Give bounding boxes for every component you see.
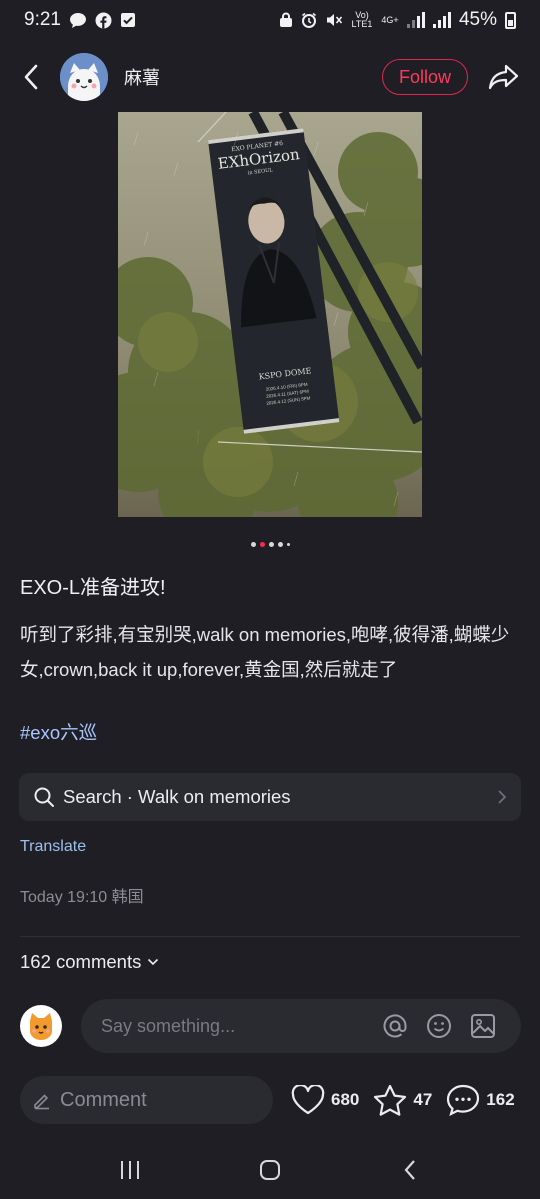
author-avatar[interactable] (60, 53, 108, 101)
search-suggestion-label: Search · Walk on memories (63, 786, 291, 807)
system-nav-bar (0, 1140, 540, 1199)
carousel-dot (286, 542, 290, 546)
post-photo: EXO PLANET #6 EXhOrizon in SEOUL KSPO DO… (118, 112, 422, 517)
post-header: 麻薯 Follow (0, 48, 540, 106)
star-icon (374, 1084, 407, 1116)
alarm-icon (301, 12, 316, 28)
mention-button[interactable] (373, 1013, 417, 1039)
mute-icon (326, 14, 343, 26)
like-button[interactable]: 680 (291, 1085, 359, 1115)
status-right: Vo) LTE1 4G+ 45% (279, 9, 516, 31)
back-button[interactable] (6, 52, 56, 102)
action-bar: Comment 680 47 162 (0, 1062, 540, 1138)
chat-bubble-icon (69, 12, 86, 28)
chevron-down-icon (148, 958, 159, 966)
post-body: 听到了彩排,有宝别哭,walk on memories,咆哮,彼得潘,蝴蝶少女,… (20, 624, 510, 680)
signal-icon (406, 12, 425, 28)
post-image[interactable]: EXO PLANET #6 EXhOrizon in SEOUL KSPO DO… (118, 112, 422, 517)
search-suggestion[interactable]: Search · Walk on memories (19, 773, 521, 821)
like-count: 680 (331, 1090, 360, 1109)
share-arrow-icon (488, 64, 519, 90)
battery-percent: 45% (458, 9, 497, 30)
pencil-icon (34, 1094, 49, 1110)
comments-count-label: 162 comments (20, 951, 142, 972)
comment-count: 162 (486, 1090, 515, 1109)
at-sign-icon (383, 1014, 407, 1038)
comments-sort[interactable]: 162 comments (20, 951, 159, 973)
chevron-right-icon (498, 790, 507, 804)
emoji-button[interactable] (417, 1013, 461, 1039)
cat-face-icon (30, 1013, 52, 1040)
search-icon (34, 787, 54, 807)
favorite-button[interactable]: 47 (373, 1084, 432, 1116)
hashtag-link[interactable]: #exo六巡 (20, 719, 97, 745)
carousel-dot-active (259, 541, 265, 547)
lock-icon (279, 12, 292, 27)
comment-button[interactable]: Comment (20, 1076, 273, 1124)
status-bar: 9:21 Vo) LTE1 4G+ 45% (0, 0, 540, 40)
heart-icon (291, 1085, 325, 1115)
image-icon (471, 1014, 495, 1038)
status-time: 9:21 (24, 9, 61, 30)
image-button[interactable] (461, 1013, 505, 1039)
home-icon (260, 1159, 280, 1180)
post-timestamp: Today 19:10 韩国 (20, 889, 144, 906)
signal-icon (432, 12, 451, 28)
cat-avatar-icon (60, 53, 108, 101)
emoji-icon (427, 1014, 451, 1038)
carousel-dot (277, 541, 283, 547)
battery-icon (505, 11, 516, 29)
comments-button[interactable]: 162 (446, 1084, 515, 1116)
speech-bubble-icon (447, 1084, 480, 1116)
volte-indicator: Vo) LTE1 (351, 10, 373, 29)
carousel-indicator (0, 540, 540, 548)
translate-link[interactable]: Translate (20, 838, 86, 856)
comment-button-label: Comment (60, 1088, 147, 1111)
my-avatar (20, 1005, 62, 1047)
carousel-dot (250, 541, 256, 547)
home-button[interactable] (240, 1145, 300, 1195)
favorite-count: 47 (413, 1090, 433, 1109)
recent-apps-button[interactable] (100, 1145, 160, 1195)
post-title: EXO-L准备进攻! (20, 577, 166, 599)
check-square-icon (120, 13, 135, 27)
status-left: 9:21 (24, 9, 136, 31)
divider (20, 936, 520, 937)
comment-input[interactable]: Say something... (81, 999, 521, 1053)
chevron-left-icon (404, 1159, 415, 1180)
comment-input-placeholder: Say something... (101, 1015, 236, 1036)
recent-apps-icon (121, 1160, 139, 1179)
share-button[interactable] (482, 55, 526, 99)
follow-button[interactable]: Follow (382, 59, 468, 95)
system-back-button[interactable] (380, 1145, 440, 1195)
chevron-left-icon (24, 64, 38, 90)
carousel-dot (268, 541, 274, 547)
facebook-icon (95, 12, 112, 28)
author-name[interactable]: 麻薯 (124, 64, 382, 90)
network-type: 4G+ (381, 14, 399, 25)
